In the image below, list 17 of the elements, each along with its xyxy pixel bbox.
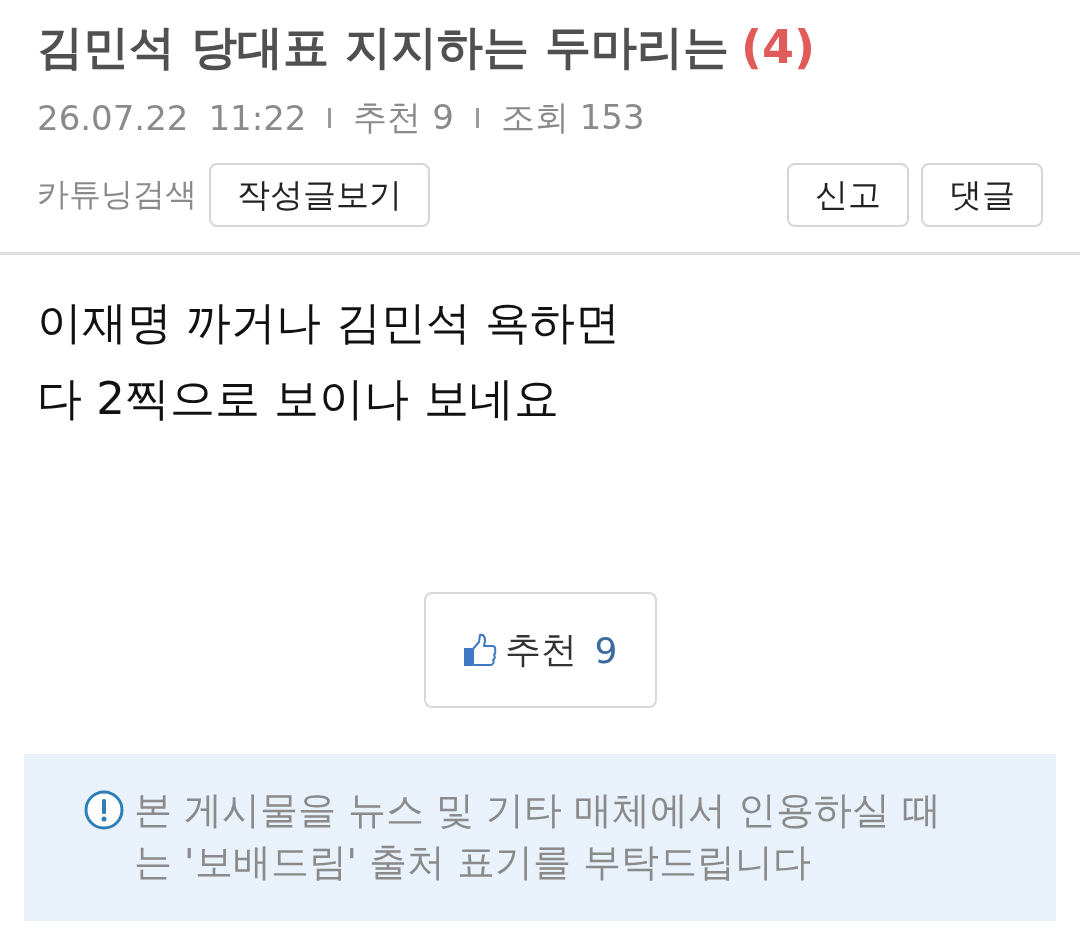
thumbs-up-icon [462,633,497,667]
post-body-line: 다 2찍으로 보이나 보네요 [37,371,560,427]
action-button[interactable]: 신고 [787,163,909,227]
recommend-button[interactable]: 추천 9 [423,592,657,708]
view-posts-button[interactable]: 작성글보기 [209,163,430,227]
post-body-line: 이재명 까거나 김민석 욕하면 [37,295,621,351]
post-title: 김민석 당대표 지지하는 두마리는 [37,19,730,76]
post-stat: 추천 9 [353,96,454,139]
recommend-count: 9 [594,629,618,671]
post-stat: 조회 153 [500,96,645,139]
post-date: 26.07.22 [37,98,189,138]
action-button[interactable]: 댓글 [921,163,1043,227]
comment-count: (4) [741,19,816,76]
notice-text: 본 게시물을 뉴스 및 기타 매체에서 인용하실 때는 '보배드림' 출처 표기를 부탁드립니다 [134,787,942,886]
info-icon [84,790,124,830]
post-time: 11:22 [208,98,307,138]
recommend-label: 추천 [504,627,577,672]
